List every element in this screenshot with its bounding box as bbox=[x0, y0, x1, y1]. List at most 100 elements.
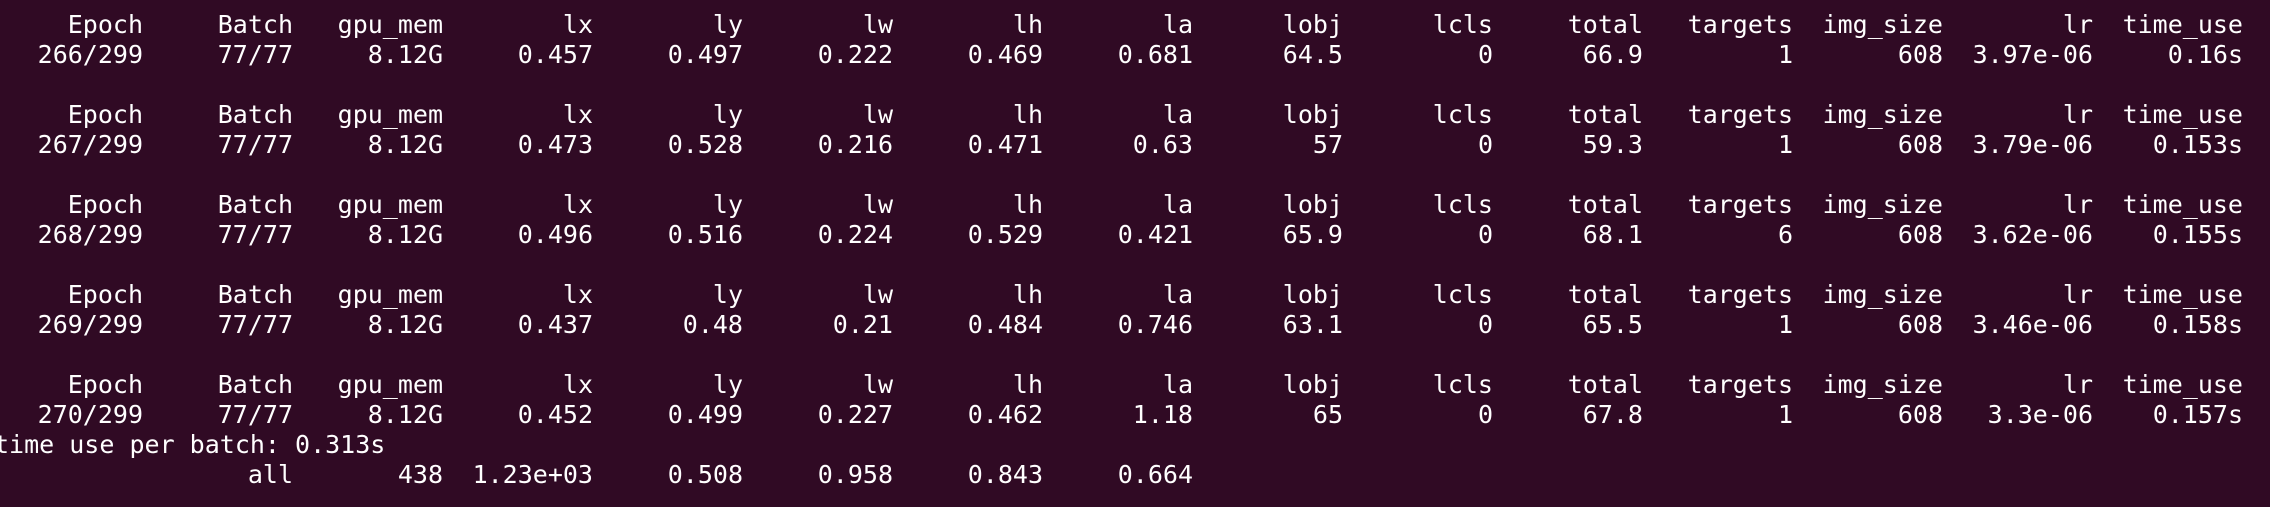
value-la: 0.746 bbox=[1117, 310, 1193, 339]
log-header-line: Epoch Batch gpu_mem lx ly lw lh la lobj … bbox=[0, 280, 2270, 310]
header-lcls: lcls bbox=[1432, 370, 1493, 399]
value-lobj: 65 bbox=[1312, 400, 1343, 429]
header-lw: lw bbox=[862, 190, 893, 219]
value-lobj: 65.9 bbox=[1282, 220, 1343, 249]
header-gpu-mem: gpu_mem bbox=[337, 100, 443, 129]
header-lr: lr bbox=[2062, 370, 2093, 399]
header-batch: Batch bbox=[217, 190, 293, 219]
header-lobj: lobj bbox=[1282, 370, 1343, 399]
header-img-size: img_size bbox=[1822, 370, 1943, 399]
header-lx: lx bbox=[562, 190, 593, 219]
header-lh: lh bbox=[1012, 280, 1043, 309]
header-time-use: time_use bbox=[2122, 100, 2243, 129]
value-gpu-mem: 8.12G bbox=[367, 130, 443, 159]
header-targets: targets bbox=[1687, 280, 1793, 309]
value-lcls: 0 bbox=[1477, 220, 1493, 249]
header-lx: lx bbox=[562, 280, 593, 309]
value-gpu-mem: 8.12G bbox=[367, 400, 443, 429]
terminal-window[interactable]: Epoch Batch gpu_mem lx ly lw lh la lobj … bbox=[0, 0, 2270, 507]
header-ly: ly bbox=[712, 100, 743, 129]
header-la: la bbox=[1162, 190, 1193, 219]
header-lh: lh bbox=[1012, 190, 1043, 219]
value-la: 0.421 bbox=[1117, 220, 1193, 249]
header-lx: lx bbox=[562, 370, 593, 399]
header-img-size: img_size bbox=[1822, 10, 1943, 39]
value-lx: 0.437 bbox=[517, 310, 593, 339]
header-total: total bbox=[1567, 280, 1643, 309]
value-gpu-mem: 8.12G bbox=[367, 40, 443, 69]
value-gpu-mem: 8.12G bbox=[367, 220, 443, 249]
value-targets: 1 bbox=[1777, 40, 1793, 69]
value-ly: 0.499 bbox=[667, 400, 743, 429]
value-time-use: 0.16s bbox=[2167, 40, 2243, 69]
value-lh: 0.471 bbox=[967, 130, 1043, 159]
header-img-size: img_size bbox=[1822, 190, 1943, 219]
header-epoch: Epoch bbox=[67, 370, 143, 399]
log-value-line: 267/299 77/77 8.12G 0.473 0.528 0.216 0.… bbox=[0, 130, 2270, 160]
value-targets: 1 bbox=[1777, 400, 1793, 429]
value-epoch: 269/299 bbox=[37, 310, 143, 339]
value-img-size: 608 bbox=[1897, 310, 1943, 339]
log-header-line: Epoch Batch gpu_mem lx ly lw lh la lobj … bbox=[0, 370, 2270, 400]
value-time-use: 0.157s bbox=[2152, 400, 2243, 429]
header-epoch: Epoch bbox=[67, 190, 143, 219]
header-lw: lw bbox=[862, 370, 893, 399]
value-batch: 77/77 bbox=[217, 220, 293, 249]
value-lw: 0.227 bbox=[817, 400, 893, 429]
value-lh: 0.529 bbox=[967, 220, 1043, 249]
header-lr: lr bbox=[2062, 280, 2093, 309]
header-epoch: Epoch bbox=[67, 280, 143, 309]
header-total: total bbox=[1567, 370, 1643, 399]
value-lcls: 0 bbox=[1477, 40, 1493, 69]
value-time-use: 0.158s bbox=[2152, 310, 2243, 339]
log-header-line: Epoch Batch gpu_mem lx ly lw lh la lobj … bbox=[0, 100, 2270, 130]
header-targets: targets bbox=[1687, 100, 1793, 129]
header-epoch: Epoch bbox=[67, 10, 143, 39]
value-total: 66.9 bbox=[1582, 40, 1643, 69]
header-total: total bbox=[1567, 10, 1643, 39]
header-total: total bbox=[1567, 100, 1643, 129]
header-la: la bbox=[1162, 280, 1193, 309]
value-epoch: 266/299 bbox=[37, 40, 143, 69]
value-lx: 0.452 bbox=[517, 400, 593, 429]
value-lh: 0.469 bbox=[967, 40, 1043, 69]
value-lr: 3.46e-06 bbox=[1972, 310, 2093, 339]
value-lh: 0.462 bbox=[967, 400, 1043, 429]
value-lx: 0.473 bbox=[517, 130, 593, 159]
header-time-use: time_use bbox=[2122, 280, 2243, 309]
header-lx: lx bbox=[562, 10, 593, 39]
header-img-size: img_size bbox=[1822, 280, 1943, 309]
value-lobj: 64.5 bbox=[1282, 40, 1343, 69]
eval-class: all bbox=[247, 460, 293, 489]
header-lcls: lcls bbox=[1432, 190, 1493, 219]
header-la: la bbox=[1162, 370, 1193, 399]
header-ly: ly bbox=[712, 370, 743, 399]
header-lh: lh bbox=[1012, 10, 1043, 39]
value-lx: 0.496 bbox=[517, 220, 593, 249]
header-gpu-mem: gpu_mem bbox=[337, 10, 443, 39]
value-lx: 0.457 bbox=[517, 40, 593, 69]
header-lr: lr bbox=[2062, 190, 2093, 219]
value-time-use: 0.153s bbox=[2152, 130, 2243, 159]
header-targets: targets bbox=[1687, 190, 1793, 219]
value-img-size: 608 bbox=[1897, 130, 1943, 159]
value-epoch: 267/299 bbox=[37, 130, 143, 159]
header-batch: Batch bbox=[217, 100, 293, 129]
header-batch: Batch bbox=[217, 10, 293, 39]
log-value-line: 266/299 77/77 8.12G 0.457 0.497 0.222 0.… bbox=[0, 40, 2270, 70]
header-time-use: time_use bbox=[2122, 190, 2243, 219]
value-lw: 0.216 bbox=[817, 130, 893, 159]
header-lcls: lcls bbox=[1432, 10, 1493, 39]
time-summary-line: time use per batch: 0.313s bbox=[0, 430, 2270, 460]
log-header-line: Epoch Batch gpu_mem lx ly lw lh la lobj … bbox=[0, 10, 2270, 40]
header-ly: ly bbox=[712, 280, 743, 309]
header-lr: lr bbox=[2062, 10, 2093, 39]
header-targets: targets bbox=[1687, 370, 1793, 399]
time-per-batch-text: time use per batch: 0.313s bbox=[0, 430, 386, 459]
header-lobj: lobj bbox=[1282, 100, 1343, 129]
value-targets: 6 bbox=[1777, 220, 1793, 249]
value-img-size: 608 bbox=[1897, 40, 1943, 69]
value-total: 59.3 bbox=[1582, 130, 1643, 159]
value-lh: 0.484 bbox=[967, 310, 1043, 339]
log-value-line: 268/299 77/77 8.12G 0.496 0.516 0.224 0.… bbox=[0, 220, 2270, 250]
